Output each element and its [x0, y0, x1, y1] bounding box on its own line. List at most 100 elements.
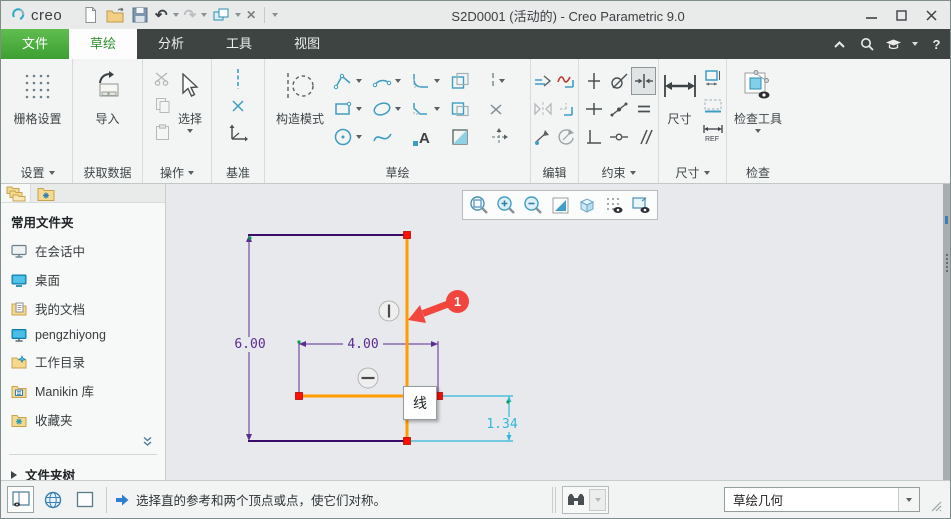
fillet-tool-button[interactable]	[409, 67, 448, 95]
equal-constraint-button[interactable]	[631, 95, 656, 123]
baseline-dimension-button[interactable]	[700, 92, 726, 119]
repaint-button[interactable]	[547, 193, 573, 218]
window-switch-button[interactable]	[209, 4, 233, 26]
zoom-out-button[interactable]	[520, 193, 546, 218]
dimension-width-value[interactable]: 4.00	[343, 337, 383, 352]
selection-filter-dropdown[interactable]	[898, 488, 919, 511]
web-browser-button[interactable]	[39, 486, 66, 513]
redo-dropdown[interactable]	[201, 13, 207, 17]
nav-item-working-directory[interactable]: 工作目录	[1, 347, 165, 376]
delete-segment-button[interactable]	[555, 67, 578, 95]
open-file-button[interactable]	[102, 4, 128, 26]
ellipse-dropdown[interactable]	[395, 107, 401, 111]
ellipse-tool-button[interactable]	[370, 95, 409, 123]
perimeter-dimension-button[interactable]	[700, 65, 726, 92]
line-dropdown[interactable]	[356, 79, 362, 83]
search-button[interactable]	[853, 29, 880, 59]
circle-tool-button[interactable]	[331, 123, 370, 151]
toggle-navigator-button[interactable]	[7, 486, 34, 513]
display-style-button[interactable]	[574, 193, 600, 218]
qat-customize-dropdown[interactable]	[272, 13, 278, 17]
centerline-datum-button[interactable]	[225, 65, 251, 92]
cut-button[interactable]	[150, 65, 176, 92]
centerline-dropdown[interactable]	[499, 79, 505, 83]
zoom-in-button[interactable]	[493, 193, 519, 218]
undo-button[interactable]: ↶	[152, 4, 171, 26]
chamfer-dropdown[interactable]	[434, 107, 440, 111]
circle-dropdown[interactable]	[356, 135, 362, 139]
construction-mode-button[interactable]: 构造模式	[269, 61, 331, 127]
undo-dropdown[interactable]	[173, 13, 179, 17]
navigator-expand-chevron[interactable]	[1, 434, 165, 449]
modify-button[interactable]	[532, 67, 555, 95]
group-label-constrain[interactable]: 约束	[579, 162, 658, 183]
arc-dropdown[interactable]	[395, 79, 401, 83]
inspect-tools-button[interactable]: 检查工具	[732, 61, 784, 133]
tab-file[interactable]: 文件	[1, 29, 69, 59]
nav-item-desktop[interactable]: 桌面	[1, 265, 165, 294]
midpoint-constraint-button[interactable]	[606, 95, 631, 123]
inspect-tools-dropdown[interactable]	[755, 129, 761, 133]
tab-tools[interactable]: 工具	[205, 29, 273, 59]
learning-center-button[interactable]	[880, 29, 907, 59]
copy-button[interactable]	[150, 92, 176, 119]
select-button[interactable]: 选择	[176, 61, 204, 133]
coincident-constraint-button[interactable]	[606, 123, 631, 151]
tab-sketch[interactable]: 草绘	[69, 29, 137, 59]
favorites-tab[interactable]	[31, 184, 61, 202]
coordinate-system-button[interactable]	[225, 119, 251, 146]
point-datum-button[interactable]	[225, 92, 251, 119]
help-button[interactable]: ?	[923, 29, 950, 59]
horizontal-constraint-button[interactable]	[581, 95, 606, 123]
perpendicular-constraint-button[interactable]	[581, 123, 606, 151]
nav-item-computer[interactable]: pengzhiyong	[1, 323, 165, 347]
group-label-settings[interactable]: 设置	[3, 162, 72, 183]
fillet-dropdown[interactable]	[434, 79, 440, 83]
nav-item-manikin-library[interactable]: Manikin 库	[1, 376, 165, 405]
rotate-resize-button[interactable]	[532, 123, 555, 151]
import-button[interactable]: 导入	[90, 61, 126, 127]
vertical-constraint-button[interactable]	[581, 67, 606, 95]
sketch-view-button[interactable]	[628, 193, 654, 218]
window-switch-dropdown[interactable]	[235, 13, 241, 17]
group-label-dimension[interactable]: 尺寸	[659, 162, 726, 183]
mirror-button[interactable]	[532, 95, 555, 123]
parallel-constraint-button[interactable]	[631, 123, 656, 151]
dimension-height-value[interactable]: 6.00	[230, 337, 270, 352]
centerline-tool-button[interactable]	[487, 67, 526, 95]
datum-display-button[interactable]	[601, 193, 627, 218]
right-panel-strip[interactable]	[943, 184, 950, 480]
find-tool[interactable]	[562, 486, 609, 514]
nav-item-my-documents[interactable]: 我的文档	[1, 294, 165, 323]
collapse-ribbon-button[interactable]	[826, 29, 853, 59]
learning-center-dropdown[interactable]	[907, 29, 923, 59]
dimension-offset-value[interactable]: 1.34	[484, 417, 520, 432]
chamfer-tool-button[interactable]	[409, 95, 448, 123]
close-window-button[interactable]: ✕	[243, 4, 259, 26]
text-tool-button[interactable]: A	[409, 123, 448, 151]
rectangle-tool-button[interactable]	[331, 95, 370, 123]
fill-tool-button[interactable]	[448, 123, 487, 151]
sketch-csys-button[interactable]	[487, 123, 526, 151]
transform-button[interactable]	[555, 123, 578, 151]
sketch-canvas[interactable]: 6.00 4.00 1.34 1 线	[166, 184, 943, 480]
resize-grip[interactable]	[931, 501, 944, 518]
redo-button[interactable]: ↷	[181, 4, 200, 26]
rectangle-dropdown[interactable]	[356, 107, 362, 111]
refit-button[interactable]	[466, 193, 492, 218]
nav-item-favorites[interactable]: 收藏夹	[1, 405, 165, 434]
grid-settings-button[interactable]: 栅格设置	[11, 61, 63, 127]
line-tool-button[interactable]	[331, 67, 370, 95]
point-tool-button[interactable]	[487, 95, 526, 123]
symmetric-constraint-button[interactable]	[631, 67, 656, 95]
thicken-tool-button[interactable]	[448, 95, 487, 123]
find-dropdown[interactable]	[589, 489, 606, 511]
close-button[interactable]	[916, 4, 946, 26]
group-label-operations[interactable]: 操作	[143, 162, 211, 183]
paste-button[interactable]	[150, 119, 176, 146]
nav-item-in-session[interactable]: 在会话中	[1, 236, 165, 265]
dimension-button[interactable]: 尺寸	[660, 61, 700, 127]
model-tree-button[interactable]	[71, 486, 98, 513]
tangent-constraint-button[interactable]	[606, 67, 631, 95]
arc-tool-button[interactable]	[370, 67, 409, 95]
